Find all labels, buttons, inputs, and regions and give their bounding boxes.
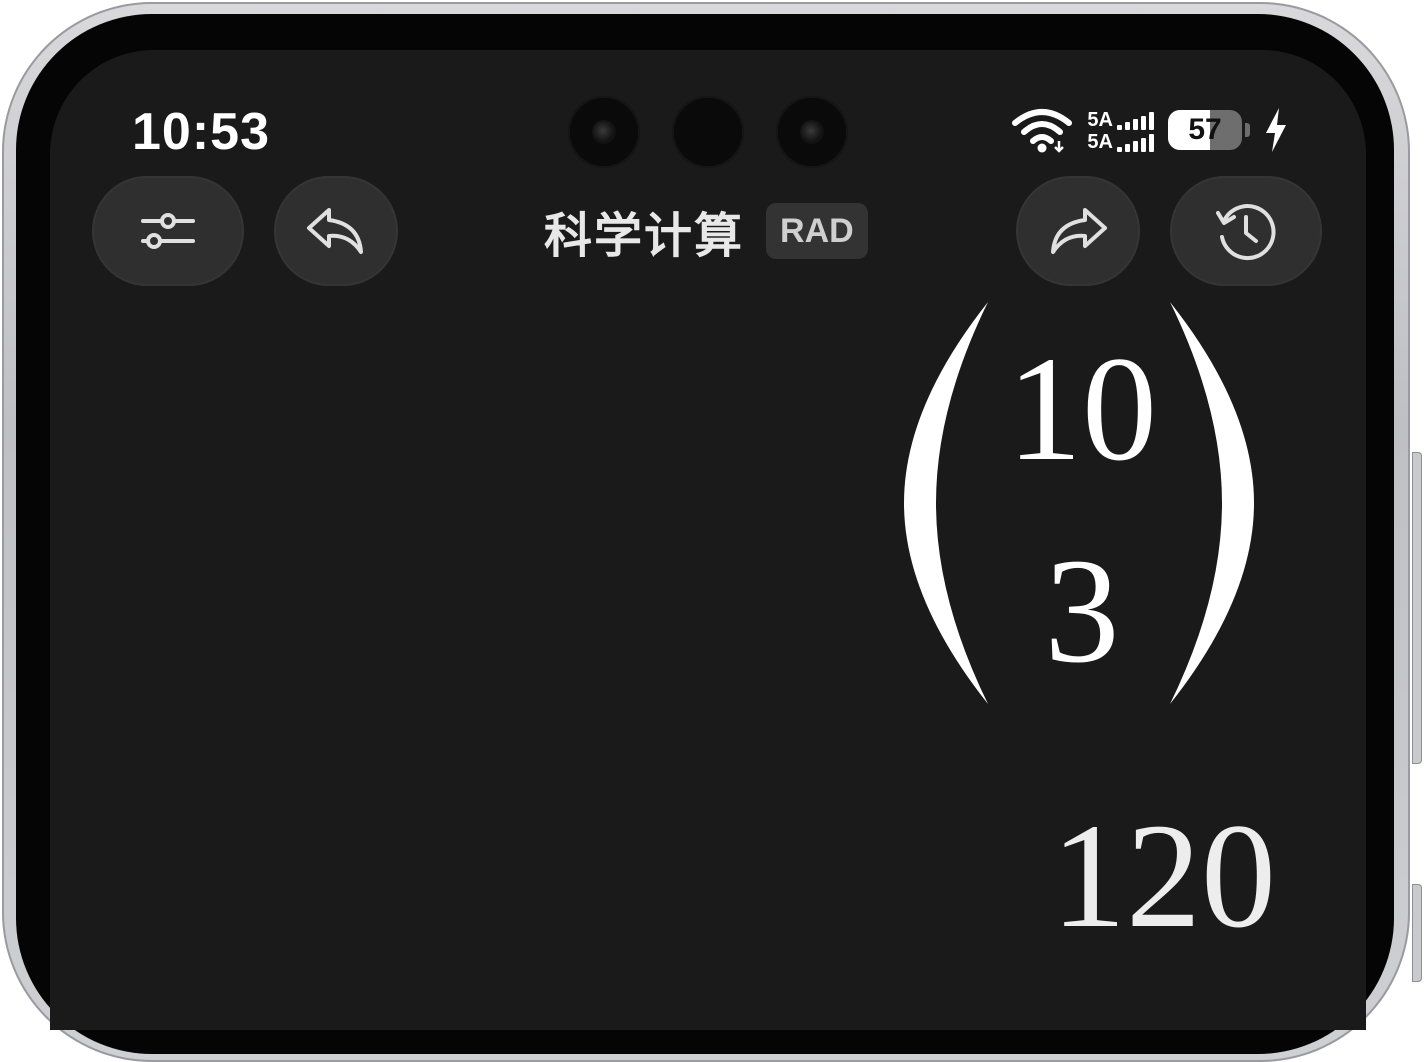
signal-bars-icon bbox=[1117, 134, 1154, 152]
binomial-bottom: 3 bbox=[1044, 528, 1120, 694]
history-icon bbox=[1216, 204, 1276, 260]
history-button[interactable] bbox=[1170, 176, 1322, 286]
angle-mode-badge[interactable]: RAD bbox=[766, 203, 868, 259]
redo-icon bbox=[1051, 208, 1107, 254]
binomial-top: 10 bbox=[1007, 326, 1157, 492]
signal-bars-icon bbox=[1117, 112, 1154, 130]
battery-icon: 57 bbox=[1168, 110, 1242, 150]
redo-button[interactable] bbox=[1016, 176, 1140, 286]
cellular-signal: 5A 5A bbox=[1087, 108, 1154, 152]
expression-display: 10 3 bbox=[902, 298, 1262, 708]
undo-button[interactable] bbox=[274, 176, 398, 286]
status-time: 10:53 bbox=[132, 103, 270, 161]
left-parenthesis bbox=[904, 302, 988, 704]
result-display: 120 bbox=[1051, 793, 1276, 959]
volume-button bbox=[1412, 452, 1422, 764]
network-label-2: 5A bbox=[1087, 131, 1113, 153]
right-parenthesis bbox=[1170, 302, 1254, 704]
settings-button[interactable] bbox=[92, 176, 244, 286]
page-title: 科学计算 bbox=[544, 210, 745, 263]
calculator-header: 科学计算 RAD bbox=[544, 200, 868, 263]
battery-level: 57 bbox=[1188, 113, 1222, 146]
camera-right-icon bbox=[776, 96, 848, 168]
sliders-icon bbox=[141, 213, 195, 249]
calculator-screen: 10:53 5A 5A 57 科学计算 RAD 10 3 120 bbox=[50, 50, 1366, 1030]
camera-left-icon bbox=[568, 96, 640, 168]
camera-center-icon bbox=[672, 96, 744, 168]
battery-cap bbox=[1245, 123, 1250, 137]
power-button bbox=[1412, 884, 1422, 982]
wifi-icon bbox=[1012, 109, 1073, 153]
undo-icon bbox=[307, 208, 363, 254]
charging-bolt-icon bbox=[1266, 108, 1286, 152]
network-label-1: 5A bbox=[1087, 109, 1113, 131]
status-indicators: 5A 5A 57 bbox=[1011, 102, 1288, 158]
